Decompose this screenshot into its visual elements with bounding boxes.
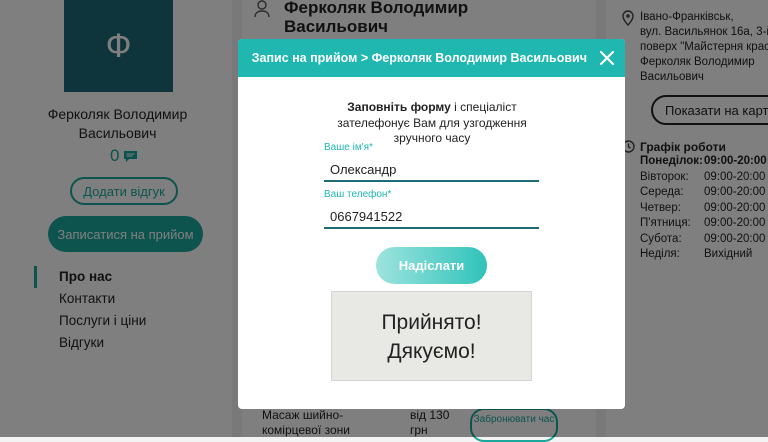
close-icon[interactable] xyxy=(599,50,615,66)
appointment-modal: Запис на прийом > Ферколяк Володимир Вас… xyxy=(238,39,625,409)
success-line: Дякуємо! xyxy=(387,340,476,363)
phone-field-label: Ваш телефон* xyxy=(324,189,392,200)
phone-field[interactable] xyxy=(324,205,539,229)
modal-header: Запис на прийом > Ферколяк Володимир Вас… xyxy=(238,39,625,77)
form-intro: Заповніть форму і спеціаліст зателефонує… xyxy=(312,100,552,147)
name-field[interactable] xyxy=(324,158,539,182)
modal-title: Запис на прийом > Ферколяк Володимир Вас… xyxy=(251,51,587,65)
success-message: Прийнято! Дякуємо! xyxy=(331,291,532,381)
form-intro-bold: Заповніть форму xyxy=(347,100,451,114)
name-field-label: Ваше ім'я* xyxy=(324,142,373,153)
submit-button[interactable]: Надіслати xyxy=(376,247,487,284)
success-line: Прийнято! xyxy=(381,311,482,334)
